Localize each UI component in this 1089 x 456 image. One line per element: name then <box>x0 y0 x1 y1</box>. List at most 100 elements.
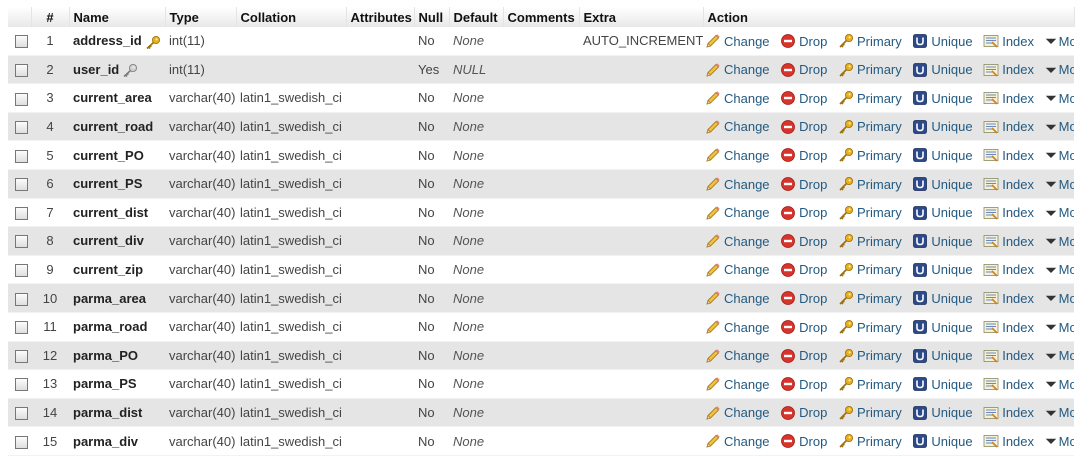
primary-button[interactable]: Primary <box>838 290 902 306</box>
change-button[interactable]: Change <box>705 405 770 421</box>
unique-button[interactable]: Unique <box>912 62 973 78</box>
index-button[interactable]: Index <box>983 433 1034 449</box>
drop-button[interactable]: Drop <box>780 176 827 192</box>
more-button[interactable]: More <box>1045 262 1074 278</box>
primary-button[interactable]: Primary <box>838 233 902 249</box>
row-checkbox[interactable] <box>15 378 28 392</box>
change-button[interactable]: Change <box>705 319 770 335</box>
index-button[interactable]: Index <box>983 90 1034 106</box>
index-button[interactable]: Index <box>983 62 1034 78</box>
drop-button[interactable]: Drop <box>780 376 827 392</box>
row-checkbox[interactable] <box>15 92 28 106</box>
header-name[interactable]: Name <box>69 7 166 27</box>
index-button[interactable]: Index <box>983 262 1034 278</box>
more-button[interactable]: More <box>1045 90 1074 106</box>
drop-button[interactable]: Drop <box>780 319 827 335</box>
unique-button[interactable]: Unique <box>912 290 973 306</box>
change-button[interactable]: Change <box>705 90 770 106</box>
primary-button[interactable]: Primary <box>838 405 902 421</box>
header-extra[interactable]: Extra <box>579 7 704 27</box>
index-button[interactable]: Index <box>983 319 1034 335</box>
primary-button[interactable]: Primary <box>838 376 902 392</box>
drop-button[interactable]: Drop <box>780 433 827 449</box>
more-button[interactable]: More <box>1045 233 1074 249</box>
change-button[interactable]: Change <box>705 233 770 249</box>
row-checkbox[interactable] <box>15 264 28 278</box>
header-collation[interactable]: Collation <box>236 7 347 27</box>
drop-button[interactable]: Drop <box>780 290 827 306</box>
more-button[interactable]: More <box>1045 348 1074 364</box>
drop-button[interactable]: Drop <box>780 147 827 163</box>
more-button[interactable]: More <box>1045 433 1074 449</box>
more-button[interactable]: More <box>1045 147 1074 163</box>
primary-button[interactable]: Primary <box>838 319 902 335</box>
unique-button[interactable]: Unique <box>912 33 973 49</box>
drop-button[interactable]: Drop <box>780 90 827 106</box>
change-button[interactable]: Change <box>705 262 770 278</box>
primary-button[interactable]: Primary <box>838 205 902 221</box>
index-button[interactable]: Index <box>983 348 1034 364</box>
index-button[interactable]: Index <box>983 376 1034 392</box>
unique-button[interactable]: Unique <box>912 319 973 335</box>
drop-button[interactable]: Drop <box>780 62 827 78</box>
drop-button[interactable]: Drop <box>780 233 827 249</box>
row-checkbox[interactable] <box>15 235 28 249</box>
primary-button[interactable]: Primary <box>838 147 902 163</box>
header-null[interactable]: Null <box>414 7 450 27</box>
drop-button[interactable]: Drop <box>780 33 827 49</box>
unique-button[interactable]: Unique <box>912 119 973 135</box>
row-checkbox[interactable] <box>15 321 28 335</box>
row-checkbox[interactable] <box>15 435 28 449</box>
primary-button[interactable]: Primary <box>838 176 902 192</box>
drop-button[interactable]: Drop <box>780 262 827 278</box>
primary-button[interactable]: Primary <box>838 348 902 364</box>
change-button[interactable]: Change <box>705 119 770 135</box>
index-button[interactable]: Index <box>983 147 1034 163</box>
change-button[interactable]: Change <box>705 62 770 78</box>
more-button[interactable]: More <box>1045 62 1074 78</box>
unique-button[interactable]: Unique <box>912 90 973 106</box>
primary-button[interactable]: Primary <box>838 119 902 135</box>
drop-button[interactable]: Drop <box>780 348 827 364</box>
change-button[interactable]: Change <box>705 176 770 192</box>
change-button[interactable]: Change <box>705 348 770 364</box>
unique-button[interactable]: Unique <box>912 205 973 221</box>
primary-button[interactable]: Primary <box>838 62 902 78</box>
more-button[interactable]: More <box>1045 319 1074 335</box>
unique-button[interactable]: Unique <box>912 433 973 449</box>
index-button[interactable]: Index <box>983 205 1034 221</box>
more-button[interactable]: More <box>1045 376 1074 392</box>
primary-button[interactable]: Primary <box>838 33 902 49</box>
unique-button[interactable]: Unique <box>912 233 973 249</box>
row-checkbox[interactable] <box>15 349 28 363</box>
header-attributes[interactable]: Attributes <box>346 7 415 27</box>
more-button[interactable]: More <box>1045 119 1074 135</box>
row-checkbox[interactable] <box>15 178 28 192</box>
unique-button[interactable]: Unique <box>912 176 973 192</box>
primary-button[interactable]: Primary <box>838 90 902 106</box>
drop-button[interactable]: Drop <box>780 205 827 221</box>
unique-button[interactable]: Unique <box>912 348 973 364</box>
unique-button[interactable]: Unique <box>912 147 973 163</box>
unique-button[interactable]: Unique <box>912 405 973 421</box>
index-button[interactable]: Index <box>983 176 1034 192</box>
more-button[interactable]: More <box>1045 405 1074 421</box>
index-button[interactable]: Index <box>983 405 1034 421</box>
row-checkbox[interactable] <box>15 35 28 49</box>
change-button[interactable]: Change <box>705 147 770 163</box>
more-button[interactable]: More <box>1045 205 1074 221</box>
header-default[interactable]: Default <box>449 7 504 27</box>
change-button[interactable]: Change <box>705 33 770 49</box>
header-type[interactable]: Type <box>165 7 237 27</box>
change-button[interactable]: Change <box>705 205 770 221</box>
index-button[interactable]: Index <box>983 290 1034 306</box>
change-button[interactable]: Change <box>705 433 770 449</box>
row-checkbox[interactable] <box>15 63 28 77</box>
index-button[interactable]: Index <box>983 233 1034 249</box>
change-button[interactable]: Change <box>705 290 770 306</box>
index-button[interactable]: Index <box>983 33 1034 49</box>
more-button[interactable]: More <box>1045 290 1074 306</box>
row-checkbox[interactable] <box>15 206 28 220</box>
drop-button[interactable]: Drop <box>780 119 827 135</box>
row-checkbox[interactable] <box>15 149 28 163</box>
